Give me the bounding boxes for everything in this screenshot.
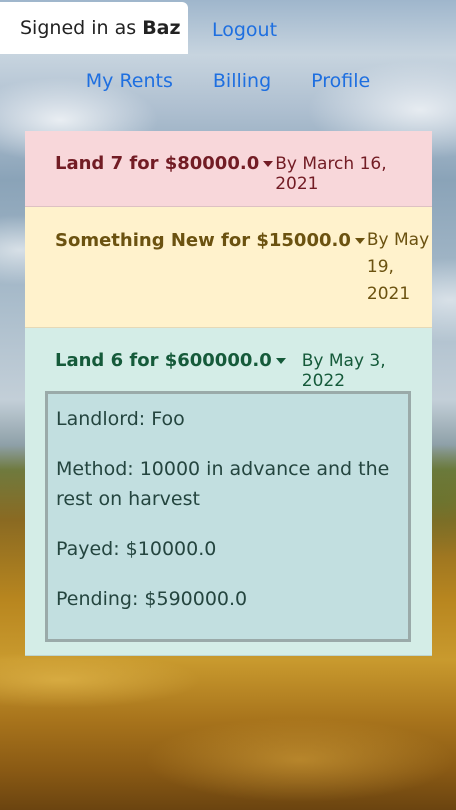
nav-billing[interactable]: Billing <box>213 70 271 92</box>
rent-title: Something New for $15000.0 <box>55 230 351 251</box>
rent-due-date-line: 19, <box>366 257 394 277</box>
detail-landlord: Landlord: Foo <box>56 408 185 430</box>
rents-list: Land 7 for $80000.0 By March 16, 2021 So… <box>25 131 432 656</box>
nav-profile[interactable]: Profile <box>311 70 370 92</box>
rent-card: Land 6 for $600000.0 By May 3, 2022 Land… <box>25 328 432 656</box>
rent-title: Land 7 for $80000.0 <box>55 153 260 174</box>
username: Baz <box>142 17 181 39</box>
caret-down-icon[interactable] <box>275 358 286 364</box>
signed-in-prefix: Signed in as <box>20 17 137 39</box>
rent-title: Land 6 for $600000.0 <box>55 350 272 371</box>
rent-details-panel: Landlord: Foo Method: 10000 in advance a… <box>45 391 411 642</box>
caret-down-icon[interactable] <box>354 238 365 244</box>
rent-card-header[interactable]: Something New for $15000.0 By May 19, 20… <box>25 207 432 308</box>
rent-card: Something New for $15000.0 By May 19, 20… <box>25 207 432 328</box>
nav-my-rents[interactable]: My Rents <box>86 70 173 92</box>
detail-payed: Payed: $10000.0 <box>56 538 217 560</box>
main-nav: My Rents Billing Profile <box>0 54 456 108</box>
rent-card-header[interactable]: Land 6 for $600000.0 By May 3, 2022 <box>25 328 432 391</box>
detail-method: Method: 10000 in advance and the rest on… <box>56 458 390 510</box>
rent-card: Land 7 for $80000.0 By March 16, 2021 <box>25 131 432 207</box>
rent-due-date: By March 16, 2021 <box>275 154 387 194</box>
rent-card-header[interactable]: Land 7 for $80000.0 By March 16, 2021 <box>25 131 432 194</box>
rent-due-date: By May 3, 2022 <box>301 351 386 391</box>
logout-link[interactable]: Logout <box>212 2 277 58</box>
caret-down-icon[interactable] <box>263 161 274 167</box>
signed-in-status: Signed in as Baz <box>0 2 188 54</box>
rent-due-date-line: 2021 <box>366 284 411 304</box>
rent-due-date-line: By May <box>366 230 430 250</box>
rent-due-date: By May 19, 2021 <box>367 227 429 308</box>
detail-pending: Pending: $590000.0 <box>56 588 248 610</box>
